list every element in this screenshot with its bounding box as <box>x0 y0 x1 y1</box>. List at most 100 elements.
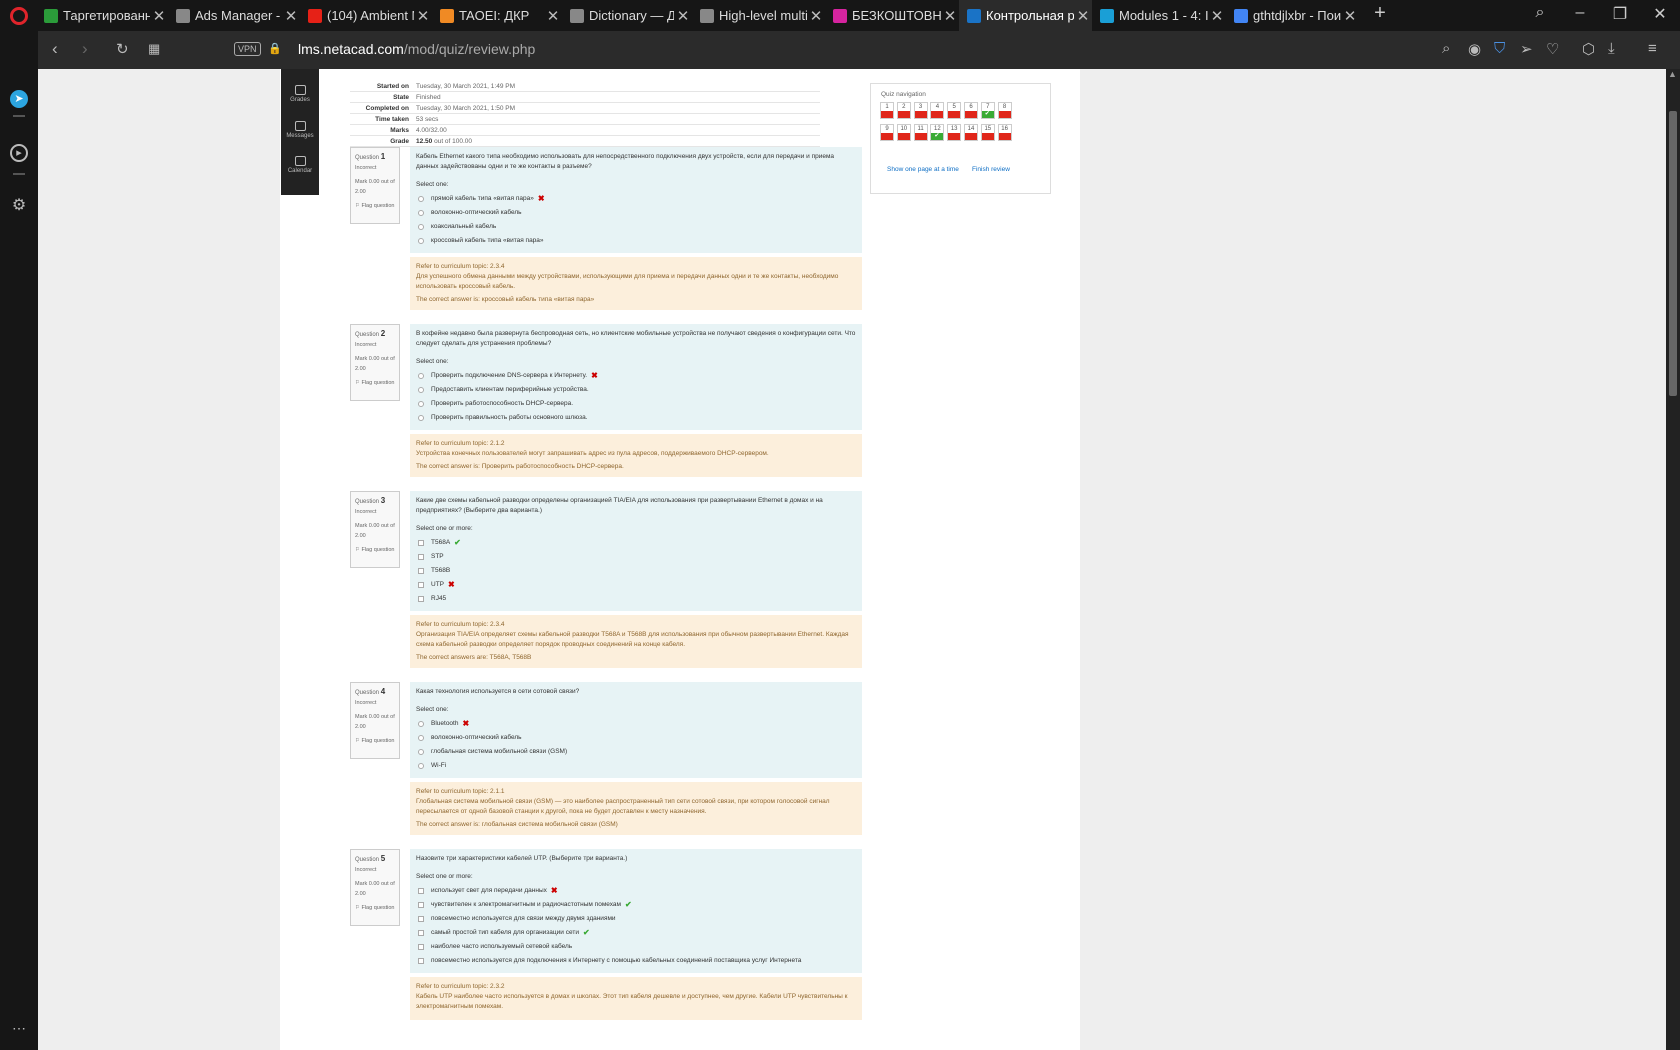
answer-option[interactable]: наиболее часто используемый сетевой кабе… <box>416 940 856 954</box>
quiz-nav-button[interactable]: 1 <box>880 102 894 119</box>
curriculum-topic-link[interactable]: Refer to curriculum topic: 2.3.4 <box>416 620 856 630</box>
checkbox[interactable] <box>418 554 424 560</box>
browser-tab[interactable]: Dictionary — До ✕ <box>562 0 692 31</box>
answer-option[interactable]: глобальная система мобильной связи (GSM) <box>416 745 856 759</box>
quiz-nav-button[interactable]: 16 <box>997 124 1012 141</box>
heart-icon[interactable]: ♡ <box>1546 40 1559 58</box>
curriculum-topic-link[interactable]: Refer to curriculum topic: 2.3.4 <box>416 262 856 272</box>
tab-close-icon[interactable]: ✕ <box>674 7 692 25</box>
search-tabs-icon[interactable]: ⌕ <box>1525 4 1555 22</box>
shield-icon[interactable]: ⛉ <box>1494 40 1505 57</box>
checkbox[interactable] <box>418 916 424 922</box>
checkbox[interactable] <box>418 540 424 546</box>
answer-option[interactable]: UTP ✖ <box>416 578 856 592</box>
answer-option[interactable]: чувствителен к электромагнитным и радиоч… <box>416 898 856 912</box>
finish-review-link[interactable]: Finish review <box>972 166 1010 173</box>
radio-button[interactable] <box>418 721 424 727</box>
telegram-icon[interactable]: ➤ <box>10 90 28 108</box>
scroll-up-icon[interactable]: ▲ <box>1668 69 1677 79</box>
player-icon[interactable]: ▸ <box>10 144 28 162</box>
answer-option[interactable]: прямой кабель типа «витая пара» ✖ <box>416 192 856 206</box>
browser-tab[interactable]: Таргетированна ✕ <box>36 0 168 31</box>
answer-option[interactable]: Bluetooth ✖ <box>416 717 856 731</box>
minimize-button[interactable]: – <box>1565 4 1595 22</box>
lock-icon[interactable]: 🔒 <box>268 42 282 55</box>
checkbox[interactable] <box>418 902 424 908</box>
flag-question-link[interactable]: ⚐ Flag question <box>355 378 395 388</box>
download-icon[interactable]: ⤓ <box>1608 40 1615 57</box>
quiz-nav-button[interactable]: 12 <box>930 124 945 141</box>
vpn-badge[interactable]: VPN <box>234 42 261 56</box>
quiz-nav-button[interactable]: 11 <box>913 124 928 141</box>
checkbox[interactable] <box>418 582 424 588</box>
page-scrollbar[interactable]: ▲ <box>1666 69 1680 1050</box>
answer-option[interactable]: коаксиальный кабель <box>416 220 856 234</box>
radio-button[interactable] <box>418 401 424 407</box>
drawer-item-home[interactable]: Home <box>281 69 319 71</box>
answer-option[interactable]: T568B <box>416 564 856 578</box>
radio-button[interactable] <box>418 749 424 755</box>
checkbox[interactable] <box>418 568 424 574</box>
answer-option[interactable]: повсеместно используется для подключения… <box>416 954 856 968</box>
answer-option[interactable]: Проверить правильность работы основного … <box>416 411 856 425</box>
quiz-nav-button[interactable]: 8 <box>997 102 1012 119</box>
quiz-nav-button[interactable]: 2 <box>896 102 911 119</box>
radio-button[interactable] <box>418 387 424 393</box>
flag-question-link[interactable]: ⚐ Flag question <box>355 545 395 555</box>
zoom-icon[interactable]: ⌕ <box>1442 40 1450 57</box>
snapshot-icon[interactable]: ◉ <box>1468 40 1481 58</box>
back-icon[interactable]: ‹ <box>52 39 58 59</box>
answer-option[interactable]: RJ45 <box>416 592 856 606</box>
curriculum-topic-link[interactable]: Refer to curriculum topic: 2.1.1 <box>416 787 856 797</box>
answer-option[interactable]: Wi-Fi <box>416 759 856 773</box>
quiz-nav-button[interactable]: 4 <box>930 102 945 119</box>
forward-icon[interactable]: › <box>82 39 88 59</box>
opera-logo-icon[interactable] <box>10 7 28 25</box>
reload-icon[interactable]: ↻ <box>116 40 129 58</box>
checkbox[interactable] <box>418 958 424 964</box>
quiz-nav-button[interactable]: 10 <box>896 124 911 141</box>
radio-button[interactable] <box>418 210 424 216</box>
url-field[interactable]: lms.netacad.com/mod/quiz/review.php <box>298 41 535 57</box>
quiz-nav-button[interactable]: 13 <box>947 124 962 141</box>
quiz-nav-button[interactable]: 3 <box>913 102 928 119</box>
curriculum-topic-link[interactable]: Refer to curriculum topic: 2.1.2 <box>416 439 856 449</box>
flag-question-link[interactable]: ⚐ Flag question <box>355 903 395 913</box>
menu-icon[interactable]: ≡ <box>1648 40 1657 57</box>
radio-button[interactable] <box>418 763 424 769</box>
browser-tab[interactable]: High-level multip ✕ <box>692 0 825 31</box>
cube-icon[interactable]: ⬡ <box>1582 40 1595 58</box>
checkbox[interactable] <box>418 888 424 894</box>
browser-tab[interactable]: gthtdjlxbr - Пои ✕ <box>1226 0 1359 31</box>
tab-close-icon[interactable]: ✕ <box>941 7 959 25</box>
new-tab-button[interactable]: + <box>1365 2 1395 25</box>
radio-button[interactable] <box>418 373 424 379</box>
checkbox[interactable] <box>418 930 424 936</box>
drawer-item-calendar[interactable]: Calendar <box>281 156 319 174</box>
answer-option[interactable]: волоконно-оптический кабель <box>416 206 856 220</box>
quiz-nav-button[interactable]: 7 <box>980 102 995 119</box>
close-window-button[interactable]: ✕ <box>1645 4 1675 24</box>
quiz-nav-button[interactable]: 6 <box>964 102 978 119</box>
browser-tab[interactable]: БЕЗКОШТОВНИ✕ <box>825 0 959 31</box>
checkbox[interactable] <box>418 944 424 950</box>
scroll-thumb[interactable] <box>1669 111 1677 396</box>
curriculum-topic-link[interactable]: Refer to curriculum topic: 2.3.2 <box>416 982 856 992</box>
flag-question-link[interactable]: ⚐ Flag question <box>355 201 395 211</box>
settings-icon[interactable]: ⚙ <box>10 197 28 215</box>
answer-option[interactable]: T568A ✔ <box>416 536 856 550</box>
quiz-nav-button[interactable]: 14 <box>964 124 978 141</box>
browser-tab[interactable]: TAOEI: ДКР ✕ <box>432 0 562 31</box>
radio-button[interactable] <box>418 735 424 741</box>
tab-close-icon[interactable]: ✕ <box>1074 7 1092 25</box>
maximize-button[interactable]: ❐ <box>1605 4 1635 24</box>
speed-dial-icon[interactable]: ▦ <box>148 41 160 57</box>
send-icon[interactable]: ➢ <box>1520 40 1533 58</box>
tab-close-icon[interactable]: ✕ <box>1341 7 1359 25</box>
show-one-page-link[interactable]: Show one page at a time <box>887 166 959 173</box>
answer-option[interactable]: использует свет для передачи данных ✖ <box>416 884 856 898</box>
answer-option[interactable]: Проверить работоспособность DHCP-сервера… <box>416 397 856 411</box>
browser-tab[interactable]: Ads Manager - У✕ <box>168 0 300 31</box>
tab-close-icon[interactable]: ✕ <box>150 7 168 25</box>
tab-close-icon[interactable]: ✕ <box>414 7 432 25</box>
